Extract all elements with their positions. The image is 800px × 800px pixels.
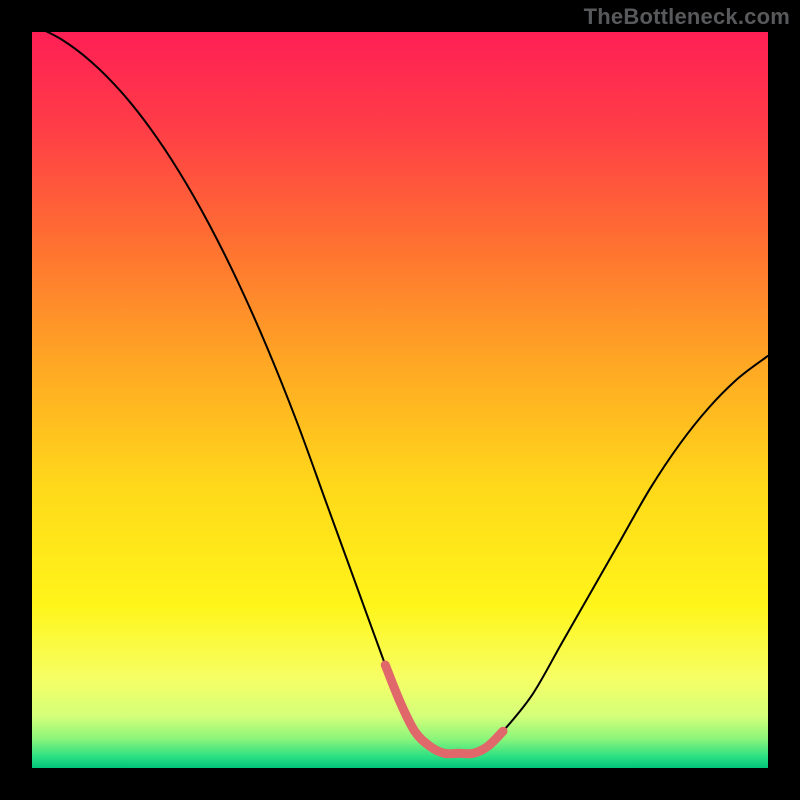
curve-path — [32, 32, 768, 754]
chart-frame: TheBottleneck.com — [0, 0, 800, 800]
bottleneck-curve — [32, 32, 768, 768]
highlight-path — [385, 665, 503, 754]
attribution-text: TheBottleneck.com — [584, 4, 790, 30]
plot-area — [32, 32, 768, 772]
